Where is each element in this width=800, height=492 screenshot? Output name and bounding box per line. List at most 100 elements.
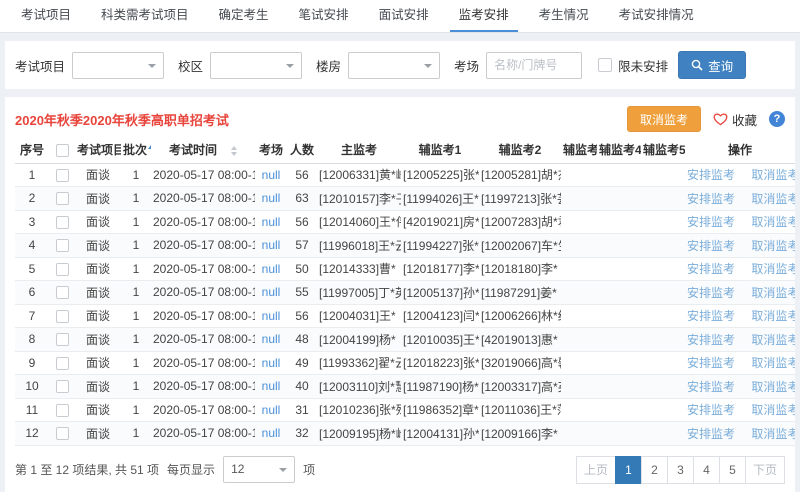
assistant1-cell: [11986352]章* <box>401 398 479 422</box>
building-select[interactable] <box>348 52 440 79</box>
row-checkbox[interactable] <box>56 263 69 276</box>
cancel-proctor-link[interactable]: 取消监考 <box>751 215 795 229</box>
row-checkbox[interactable] <box>56 310 69 323</box>
cancel-proctor-link[interactable]: 取消监考 <box>751 239 795 253</box>
cancel-proctor-link[interactable]: 取消监考 <box>751 427 795 441</box>
row-checkbox[interactable] <box>56 169 69 182</box>
arrange-proctor-link[interactable]: 安排监考 <box>687 239 735 253</box>
assistant3-cell <box>561 398 597 422</box>
exam-project-select[interactable] <box>72 52 164 79</box>
row-checkbox[interactable] <box>56 357 69 370</box>
pagination-page-1[interactable]: 1 <box>615 456 642 484</box>
pagination-prev[interactable]: 上页 <box>576 456 616 484</box>
pagination-page-2[interactable]: 2 <box>641 456 668 484</box>
row-index: 8 <box>15 328 49 352</box>
tab-written-exam-schedule[interactable]: 笔试安排 <box>284 0 364 32</box>
sort-asc-icon <box>148 145 151 149</box>
assistant3-cell <box>561 328 597 352</box>
arrange-proctor-link[interactable]: 安排监考 <box>687 192 735 206</box>
room-link[interactable]: null <box>262 215 281 229</box>
header-batch[interactable]: 批次 <box>121 137 151 163</box>
assistant2-cell: [12018180]李* <box>479 257 561 281</box>
chevron-down-icon <box>424 64 432 68</box>
campus-select[interactable] <box>210 52 302 79</box>
tab-category-exam-project[interactable]: 科类需考试项目 <box>86 0 204 32</box>
arrange-proctor-link[interactable]: 安排监考 <box>687 215 735 229</box>
cancel-proctor-link[interactable]: 取消监考 <box>751 192 795 206</box>
header-room: 考场 <box>255 137 287 163</box>
arrange-proctor-link[interactable]: 安排监考 <box>687 356 735 370</box>
room-link[interactable]: null <box>262 332 281 346</box>
arrange-proctor-link[interactable]: 安排监考 <box>687 262 735 276</box>
tab-interview-schedule[interactable]: 面试安排 <box>364 0 444 32</box>
room-link[interactable]: null <box>262 262 281 276</box>
main-proctor-cell: [12014333]曹* <box>317 257 401 281</box>
assistant5-cell <box>641 163 685 187</box>
room-link[interactable]: null <box>262 285 281 299</box>
row-checkbox[interactable] <box>56 427 69 440</box>
arrange-proctor-link[interactable]: 安排监考 <box>687 427 735 441</box>
pagination-next[interactable]: 下页 <box>745 456 785 484</box>
main-proctor-cell: [11993362]翟*云 <box>317 351 401 375</box>
room-link[interactable]: null <box>262 403 281 417</box>
cancel-proctor-link[interactable]: 取消监考 <box>751 286 795 300</box>
cancel-proctor-link[interactable]: 取消监考 <box>751 309 795 323</box>
only-unassigned-checkbox[interactable] <box>598 58 612 72</box>
header-exam-time[interactable]: 考试时间 <box>151 137 255 163</box>
row-index: 12 <box>15 422 49 446</box>
cancel-proctor-link[interactable]: 取消监考 <box>751 262 795 276</box>
help-icon[interactable]: ? <box>769 111 785 127</box>
batch-cell: 1 <box>121 210 151 234</box>
filter-bar: 考试项目 校区 楼房 考场 限未安排 查询 <box>5 41 795 89</box>
row-checkbox[interactable] <box>56 404 69 417</box>
arrange-proctor-link[interactable]: 安排监考 <box>687 309 735 323</box>
arrange-proctor-link[interactable]: 安排监考 <box>687 380 735 394</box>
row-checkbox[interactable] <box>56 216 69 229</box>
table-row: 1 面谈 1 2020-05-17 08:00-16:30 null 56 [1… <box>15 163 795 187</box>
assistant2-cell: [42019013]惠* <box>479 328 561 352</box>
tab-examinee-status[interactable]: 考生情况 <box>524 0 604 32</box>
room-link[interactable]: null <box>262 309 281 323</box>
assistant5-cell <box>641 281 685 305</box>
row-checkbox[interactable] <box>56 286 69 299</box>
pagination-page-5[interactable]: 5 <box>719 456 746 484</box>
room-link[interactable]: null <box>262 356 281 370</box>
favorite-button[interactable]: 收藏 <box>713 110 757 129</box>
arrange-proctor-link[interactable]: 安排监考 <box>687 333 735 347</box>
room-link[interactable]: null <box>262 238 281 252</box>
search-button[interactable]: 查询 <box>678 51 746 79</box>
header-actions: 操作 <box>685 137 795 163</box>
row-checkbox[interactable] <box>56 239 69 252</box>
cancel-proctor-button[interactable]: 取消监考 <box>627 106 701 132</box>
row-checkbox[interactable] <box>56 380 69 393</box>
assistant2-cell: [12006266]林*红 <box>479 304 561 328</box>
pagination-page-3[interactable]: 3 <box>667 456 694 484</box>
tab-proctor-schedule[interactable]: 监考安排 <box>444 0 524 32</box>
tab-exam-project[interactable]: 考试项目 <box>6 0 86 32</box>
room-link[interactable]: null <box>262 191 281 205</box>
row-checkbox[interactable] <box>56 192 69 205</box>
assistant4-cell <box>597 210 641 234</box>
tab-confirm-examinees[interactable]: 确定考生 <box>204 0 284 32</box>
room-search-input[interactable] <box>486 52 582 79</box>
arrange-proctor-link[interactable]: 安排监考 <box>687 286 735 300</box>
room-link[interactable]: null <box>262 168 281 182</box>
select-all-checkbox[interactable] <box>56 144 69 157</box>
cancel-proctor-link[interactable]: 取消监考 <box>751 403 795 417</box>
exam-project-cell: 面谈 <box>75 328 121 352</box>
cancel-proctor-link[interactable]: 取消监考 <box>751 333 795 347</box>
arrange-proctor-link[interactable]: 安排监考 <box>687 168 735 182</box>
room-link[interactable]: null <box>262 379 281 393</box>
cancel-proctor-link[interactable]: 取消监考 <box>751 380 795 394</box>
row-index: 10 <box>15 375 49 399</box>
room-link[interactable]: null <box>262 426 281 440</box>
header-exam-project[interactable]: 考试项目 <box>75 137 121 163</box>
row-checkbox[interactable] <box>56 333 69 346</box>
pagination-page-4[interactable]: 4 <box>693 456 720 484</box>
page-size-select[interactable]: 12 <box>223 456 295 483</box>
tab-exam-schedule-status[interactable]: 考试安排情况 <box>604 0 709 32</box>
arrange-proctor-link[interactable]: 安排监考 <box>687 403 735 417</box>
assistant5-cell <box>641 328 685 352</box>
cancel-proctor-link[interactable]: 取消监考 <box>751 168 795 182</box>
cancel-proctor-link[interactable]: 取消监考 <box>751 356 795 370</box>
